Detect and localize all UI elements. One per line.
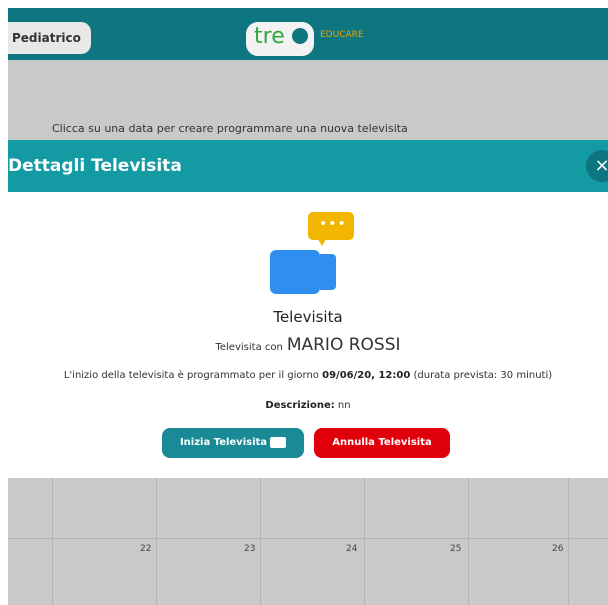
cancel-button-label: Annulla Televisita [332,437,432,448]
app-logo: tre [246,22,314,56]
camera-icon [270,436,287,448]
calendar-row-divider [8,538,608,539]
calendar-day[interactable]: 26 [552,544,563,554]
logo-text: tre [254,24,285,49]
modal-body: ••• Televisita Televisita con MARIO ROSSI… [8,192,608,478]
schedule-datetime: 09/06/20, 12:00 [322,370,411,381]
schedule-prefix: L'inizio della televisita è programmato … [63,370,319,381]
video-camera-icon [270,250,320,294]
calendar-col-divider [260,478,261,605]
chat-bubble-tail [316,236,328,246]
cancel-televisit-button[interactable]: Annulla Televisita [314,428,450,458]
logo-dot-icon [292,28,308,44]
televisit-schedule: L'inizio della televisita è programmato … [8,370,608,381]
role-button[interactable]: Pediatrico [8,22,91,54]
description-value: nn [337,400,351,411]
calendar-col-divider [568,478,569,605]
calendar-col-divider [52,478,53,605]
calendar-col-divider [364,478,365,605]
start-button-label: Inizia Televisita [179,437,268,448]
schedule-duration: (durata prevista: 30 minuti) [413,370,553,381]
calendar-hint: Clicca su una data per creare programmar… [52,122,408,135]
televisit-with: Televisita con MARIO ROSSI [8,335,608,355]
modal-header: Dettagli Televisita × [8,140,608,192]
calendar-day[interactable]: 23 [244,544,255,554]
televisit-heading: Televisita [273,308,343,326]
close-icon[interactable]: × [586,150,608,182]
description-label: Descrizione: [265,400,335,411]
with-label: Televisita con [215,342,283,353]
calendar-day[interactable]: 22 [140,544,151,554]
calendar-day[interactable]: 24 [346,544,357,554]
televisit-description: Descrizione: nn [8,400,608,411]
patient-name: MARIO ROSSI [286,335,401,355]
calendar-col-divider [468,478,469,605]
modal-title: Dettagli Televisita [8,156,182,176]
logo-subtitle: EDUCARE [320,30,364,40]
calendar-col-divider [156,478,157,605]
start-televisit-button[interactable]: Inizia Televisita [162,428,304,458]
calendar-grid: 22 23 24 25 26 [8,478,608,605]
chat-dots: ••• [319,216,347,232]
app-header: Pediatrico tre EDUCARE [8,8,608,60]
video-camera-lens [320,254,336,290]
calendar-day[interactable]: 25 [450,544,461,554]
